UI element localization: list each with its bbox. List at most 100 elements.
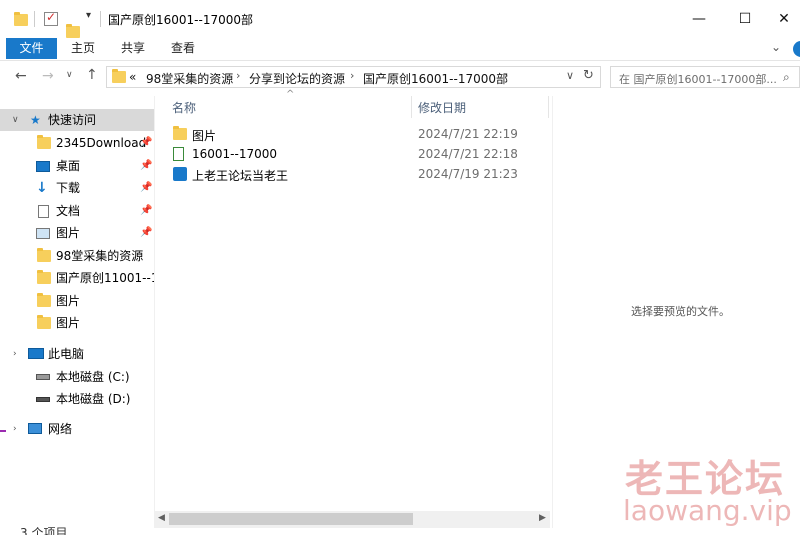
file-date: 2024/7/21 22:18 [418,147,518,161]
file-row[interactable]: 16001--17000 2024/7/21 22:18 [155,145,550,165]
star-icon: ★ [30,113,41,127]
title-bar: ✓ ▾ 国产原创16001--17000部 — ☐ ✕ [0,0,800,38]
nav-item-guochan[interactable]: 国产原创11001--12 [0,267,155,289]
nav-item-pictures-folder[interactable]: 图片 [0,312,155,334]
divider [34,11,35,27]
desktop-icon [36,161,50,172]
watermark-url: laowang.vip [623,494,792,527]
maximize-button[interactable]: ☐ [722,6,768,32]
nav-label: 下载 [56,181,81,195]
minimize-button[interactable]: — [676,6,722,32]
nav-item-downloads[interactable]: ↓ 下载 📌 [0,177,155,199]
file-row[interactable]: 图片 2024/7/21 22:19 [155,125,550,145]
pin-icon[interactable]: 📌 [140,155,152,177]
nav-drive-d[interactable]: 本地磁盘 (D:) [0,388,155,410]
pin-icon[interactable]: 📌 [140,177,152,199]
file-name: 16001--17000 [192,147,278,161]
tab-home[interactable]: 主页 [71,38,95,59]
navigation-pane: ∨ ★ 快速访问 2345Download 📌 桌面 📌 ↓ 下载 📌 文档 📌… [0,100,155,535]
customize-qa-dropdown-icon[interactable]: ▾ [86,10,91,26]
nav-quick-access[interactable]: ∨ ★ 快速访问 [0,109,155,131]
column-date[interactable]: 修改日期 [418,99,466,116]
nav-item-documents[interactable]: 文档 📌 [0,200,155,222]
chevron-right-icon[interactable]: › [236,69,240,82]
chevron-right-icon[interactable]: › [13,418,17,440]
nav-item-pictures-folder[interactable]: 图片 [0,290,155,312]
zip-icon [173,167,187,181]
column-resizer[interactable] [411,96,412,118]
folder-icon [37,270,51,284]
nav-label: 图片 [56,226,81,240]
nav-network[interactable]: › 网络 [0,418,155,440]
divider [100,11,101,27]
new-folder-icon[interactable] [66,24,80,38]
expand-ribbon-icon[interactable]: ⌄ [771,40,781,54]
nav-label: 图片 [56,294,81,308]
folder-icon [112,69,126,83]
help-icon[interactable] [793,41,800,57]
chevron-right-icon[interactable]: › [350,69,354,82]
file-name: 图片 [192,129,217,143]
up-icon[interactable]: ↑ [86,67,98,83]
search-icon[interactable]: ⌕ [783,70,790,85]
back-icon[interactable]: ← [15,68,27,84]
nav-this-pc[interactable]: › 此电脑 [0,343,155,365]
tab-view[interactable]: 查看 [171,38,195,59]
column-name[interactable]: 名称 [172,99,196,116]
nav-label: 桌面 [56,159,81,173]
file-row[interactable]: 上老王论坛当老王 2024/7/19 21:23 [155,165,550,185]
computer-icon [28,348,44,359]
crumb-current[interactable]: 国产原创16001--17000部 [363,70,508,87]
nav-label: 本地磁盘 (D:) [56,392,131,406]
file-name: 上老王论坛当老王 [192,169,289,183]
scroll-left-icon[interactable]: ◀ [158,513,165,523]
nav-item-desktop[interactable]: 桌面 📌 [0,155,155,177]
nav-item-2345download[interactable]: 2345Download 📌 [0,132,155,154]
folder-icon [14,12,28,26]
tab-share[interactable]: 共享 [121,38,145,59]
nav-item-98tang[interactable]: 98堂采集的资源 [0,245,155,267]
background-window-edge [0,430,6,432]
file-date: 2024/7/21 22:19 [418,127,518,141]
crumb-98tang[interactable]: 98堂采集的资源 [146,70,233,87]
address-bar[interactable]: « 98堂采集的资源 › 分享到论坛的资源 › 国产原创16001--17000… [106,66,601,88]
pin-icon[interactable]: 📌 [140,200,152,222]
nav-item-pictures[interactable]: 图片 📌 [0,222,155,244]
refresh-icon[interactable]: ↻ [583,68,594,83]
drive-icon [36,397,50,402]
folder-icon [173,126,187,140]
pin-icon[interactable]: 📌 [140,222,152,244]
folder-icon [37,293,51,307]
chevron-down-icon[interactable]: ∨ [12,109,19,131]
nav-label: 国产原创11001--12 [56,271,155,285]
drive-icon [36,374,50,380]
chevron-right-icon[interactable]: › [13,343,17,365]
pane-divider[interactable] [552,96,553,528]
search-input[interactable]: 在 国产原创16001--17000部... ⌕ [610,66,800,88]
preview-message: 选择要预览的文件。 [631,305,730,318]
search-placeholder: 在 国产原创16001--17000部... [619,73,777,86]
folder-icon [37,135,51,149]
chevron-right-icon[interactable]: › [504,69,508,82]
nav-label: 本地磁盘 (C:) [56,370,130,384]
tab-file[interactable]: 文件 [6,38,57,59]
status-item-count: 3 个项目 [20,526,68,535]
column-resizer[interactable] [548,96,549,118]
properties-icon[interactable]: ✓ [44,10,58,26]
pin-icon[interactable]: 📌 [140,132,152,154]
scrollbar-thumb[interactable] [169,513,413,525]
crumb-overflow[interactable]: « [129,70,136,84]
text-file-icon [173,147,184,161]
scroll-right-icon[interactable]: ▶ [539,513,546,523]
forward-icon[interactable]: → [42,68,54,84]
close-button[interactable]: ✕ [768,6,800,32]
folder-icon [37,315,51,329]
horizontal-scrollbar[interactable]: ◀ ▶ [155,511,550,528]
nav-drive-c[interactable]: 本地磁盘 (C:) [0,366,155,388]
column-header-row: 名称 修改日期 [155,96,550,118]
crumb-share-forum[interactable]: 分享到论坛的资源 [249,70,345,87]
recent-locations-icon[interactable]: ∨ [66,70,73,80]
window-title: 国产原创16001--17000部 [108,13,254,27]
document-icon [38,205,49,218]
address-dropdown-icon[interactable]: ∨ [566,69,574,82]
